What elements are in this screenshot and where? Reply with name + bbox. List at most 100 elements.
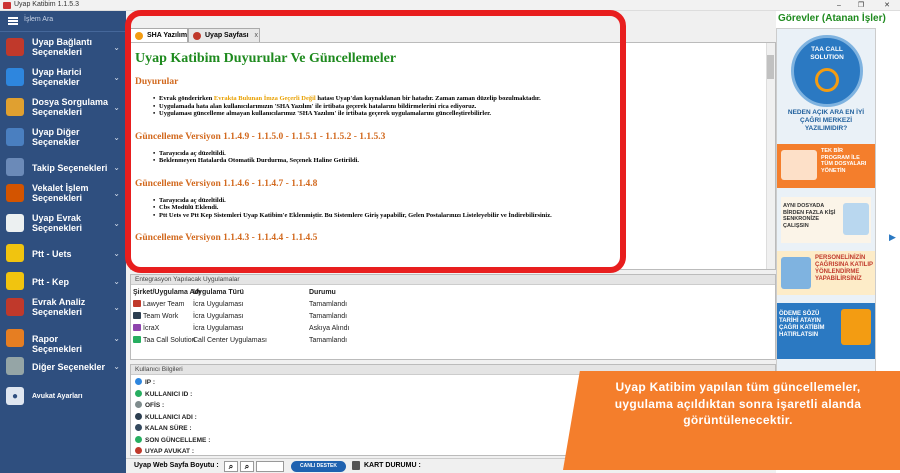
tab-close-icon[interactable]: x — [255, 32, 259, 39]
chevron-down-icon: ⌄ — [113, 303, 120, 312]
app-type-cell: İcra Uygulaması — [193, 325, 244, 332]
scrollbar-thumb[interactable] — [767, 55, 774, 79]
sidebar-item-dosya-sorgulama-seçenekleri[interactable]: Dosya Sorgulama Seçenekleri ⌄ — [0, 93, 126, 123]
minimize-button[interactable]: – — [828, 0, 850, 11]
restore-button[interactable]: ❐ — [850, 0, 872, 11]
list-item: Ptt Uets ve Ptt Kep Sistemleri Uyap Kati… — [153, 212, 755, 220]
folder-icon — [6, 98, 24, 116]
table-header-row: Şirket/Uygulama Adı Uygulama Türü Durumu — [133, 287, 433, 298]
sidebar-item-label: Dosya Sorgulama Seçenekleri — [32, 97, 109, 117]
sidebar-item-uyap-bağlantı-seçenekleri[interactable]: Uyap Bağlantı Seçenekleri ⌄ — [0, 33, 126, 63]
status-cell: Askıya Alındı — [309, 325, 350, 332]
app-logo-icon — [133, 324, 141, 331]
person-illustration-icon — [781, 150, 817, 180]
section-heading: Duyurular — [135, 77, 179, 87]
table-row[interactable]: Taa Call Solution Call Center Uygulaması T… — [133, 335, 433, 346]
sidebar-item-label: Avukat Ayarları — [32, 393, 83, 400]
tab-sha-yazilim[interactable]: SHA Yazılım — [130, 28, 188, 42]
user-info-field: OFİS : — [135, 400, 164, 411]
question-icon — [6, 68, 24, 86]
table-row[interactable]: Lawyer Team İcra Uygulaması Tamamlandı — [133, 299, 433, 310]
live-support-button[interactable]: CANLI DESTEK — [291, 461, 346, 472]
chevron-down-icon: ⌄ — [113, 103, 120, 112]
ad-block-3: PERSONELİNİZİN ÇAĞRISINA KATILIP YÖNLEND… — [777, 251, 875, 295]
column-header: Şirket/Uygulama Adı — [133, 289, 201, 296]
sidebar-item-uyap-diğer-seçenekler[interactable]: Uyap Diğer Seçenekler ⌄ — [0, 123, 126, 153]
user-info-field: KULLANICI ID : — [135, 389, 192, 400]
chevron-down-icon: ⌄ — [113, 277, 120, 286]
update-icon — [135, 435, 142, 443]
status-cell: Tamamlandı — [309, 301, 348, 308]
bullet-list: Tarayıcıda aç düzeltildi.Cbs Modülü Ekle… — [153, 197, 755, 220]
zoom-out-button[interactable]: ⌕ — [224, 461, 238, 472]
sidebar-item-diğer-seçenekler[interactable]: Diğer Seçenekler ⌄ — [0, 352, 126, 382]
sidebar-item-label: Diğer Seçenekler — [32, 362, 106, 372]
user-info-field: UYAP AVUKAT : — [135, 446, 194, 457]
uyap-logo-icon — [193, 32, 201, 40]
list-item: Uygulamada hata alan kullanıcılarımızın … — [153, 103, 755, 111]
ad-text: TEK BİR PROGRAM İLE TÜM DOSYALARI YÖNETİ… — [821, 148, 867, 174]
sidebar-item-label: Takip Seçenekleri — [32, 163, 108, 173]
sidebar-item-rapor-seçenekleri[interactable]: Rapor Seçenekleri ⌄ — [0, 324, 126, 354]
page-title: Uyap Katibim Duyurular Ve Güncellemeler — [135, 51, 397, 66]
user-icon — [6, 184, 24, 202]
announcements-panel: Uyap Katibim Duyurular Ve Güncellemeler … — [130, 42, 776, 270]
chevron-down-icon: ⌄ — [113, 362, 120, 371]
app-logo-icon — [133, 300, 141, 307]
app-name-cell: İcraX — [133, 323, 193, 334]
card-status-label: KART DURUMU : — [364, 462, 421, 469]
report-icon — [6, 329, 24, 347]
table-row[interactable]: İcraX İcra Uygulaması Askıya Alındı — [133, 323, 433, 334]
chevron-down-icon: ⌄ — [113, 219, 120, 228]
sidebar-item-label: Rapor Seçenekleri — [32, 334, 83, 354]
chevron-down-icon: ⌄ — [113, 249, 120, 258]
callout-text: Uyap Katibim yapılan tüm güncellemeler, … — [614, 380, 862, 427]
sidebar-item-avukat-ayarlari[interactable]: ● Avukat Ayarları — [0, 382, 126, 412]
panel-expand-icon[interactable]: ▶ — [889, 232, 896, 243]
tab-label: Uyap Sayfası — [205, 32, 249, 39]
sidebar-item-ptt-uets[interactable]: Ptt - Uets ⌄ — [0, 239, 126, 269]
checklist-icon — [6, 158, 24, 176]
bullet-list: Tarayıcıda aç düzeltildi.Beklenmeyen Hat… — [153, 150, 755, 165]
ad-block-2: AYNI DOSYADA BİRDEN FAZLA KİŞİ SENKRONİZ… — [781, 197, 871, 243]
app-logo-icon — [133, 312, 141, 319]
document-icon — [6, 214, 24, 232]
tab-uyap-sayfasi[interactable]: Uyap Sayfası x — [188, 28, 260, 42]
zoom-value-field[interactable] — [256, 461, 284, 472]
ptt-icon — [6, 244, 24, 262]
user-info-field: IP : — [135, 377, 155, 388]
bullet-list: Evrak gönderirken Evrakta Bulunan İmza G… — [153, 95, 755, 118]
search-input[interactable]: İşlem Ara — [24, 16, 53, 23]
zoom-in-button[interactable]: ⌕ — [240, 461, 254, 472]
user-settings-icon: ● — [6, 387, 24, 405]
sidebar-item-evrak-analiz-seçenekleri[interactable]: Evrak Analiz Seçenekleri ⌄ — [0, 293, 126, 323]
app-logo-icon — [133, 336, 141, 343]
chevron-down-icon: ⌄ — [113, 133, 120, 142]
sidebar-item-uyap-harici-seçenekler[interactable]: Uyap Harici Seçenekler ⌄ — [0, 63, 126, 93]
list-item: Uygulaması güncelleme almayan kullanıcıl… — [153, 110, 755, 118]
card-icon — [352, 461, 360, 470]
app-name-cell: Team Work — [133, 311, 193, 322]
close-button[interactable]: ✕ — [876, 0, 898, 11]
ad-block-4: ÖDEME SÖZÜ TARİHİ ATAYIN ÇAĞRI KATİBİM H… — [777, 303, 875, 359]
sidebar-item-label: Uyap Bağlantı Seçenekleri — [32, 37, 93, 57]
ad-block-1: TEK BİR PROGRAM İLE TÜM DOSYALARI YÖNETİ… — [777, 144, 875, 188]
sidebar-item-vekalet-i-şlem-seçenekleri[interactable]: Vekalet İşlem Seçenekleri ⌄ — [0, 179, 126, 209]
announcements-document: Uyap Katibim Duyurular Ve Güncellemeler … — [135, 51, 755, 251]
gear-icon — [6, 357, 24, 375]
app-name-cell: Lawyer Team — [133, 299, 193, 310]
gear-icon — [815, 68, 839, 92]
grid-icon — [6, 128, 24, 146]
chevron-down-icon: ⌄ — [113, 189, 120, 198]
table-row[interactable]: Team Work İcra Uygulaması Tamamlandı — [133, 311, 433, 322]
user-info-field: SON GÜNCELLEME : — [135, 435, 210, 446]
sha-logo-icon — [135, 32, 143, 40]
ptt-icon — [6, 272, 24, 290]
section-heading: Güncelleme Versiyon 1.1.4.9 - 1.1.5.0 - … — [135, 131, 386, 142]
app-type-cell: Call Center Uygulaması — [193, 337, 267, 344]
sidebar-item-uyap-evrak-seçenekleri[interactable]: Uyap Evrak Seçenekleri ⌄ — [0, 209, 126, 239]
vertical-scrollbar[interactable] — [766, 43, 775, 269]
sidebar-item-label: Vekalet İşlem Seçenekleri — [32, 183, 89, 203]
sidebar-item-label: Uyap Evrak Seçenekleri — [32, 213, 83, 233]
hamburger-icon[interactable] — [8, 17, 18, 25]
